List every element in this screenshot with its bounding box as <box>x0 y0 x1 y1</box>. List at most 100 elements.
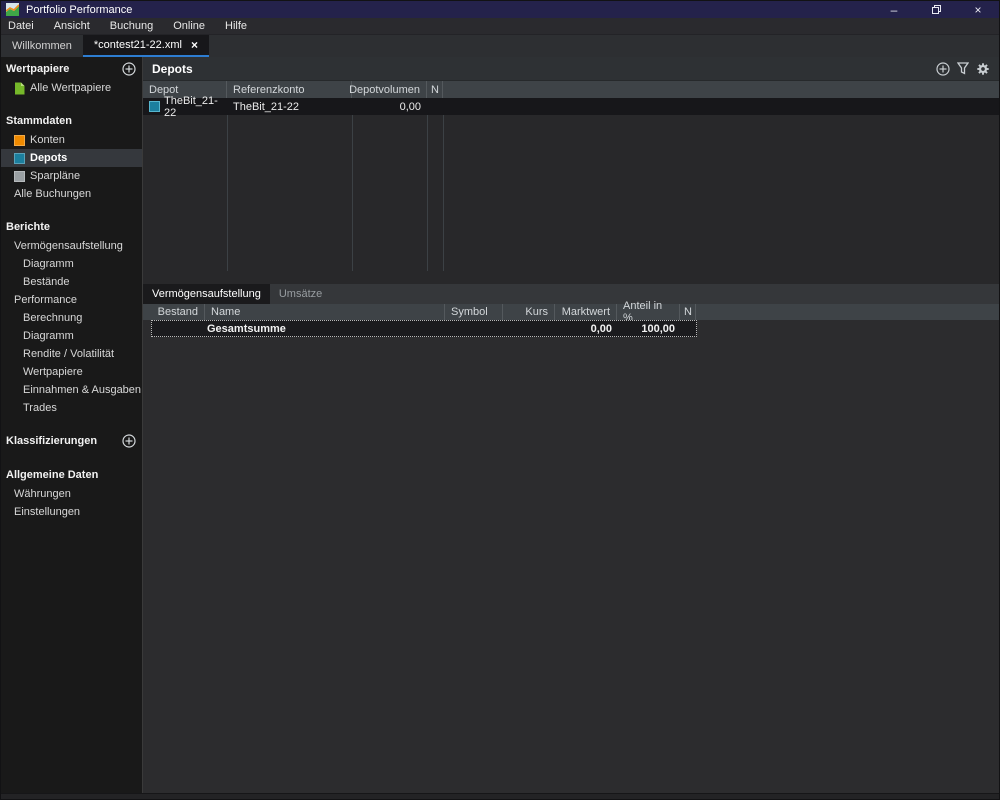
accounts-square-icon <box>14 135 25 146</box>
item-label: Trades <box>23 402 57 414</box>
column-header-bestand[interactable]: Bestand <box>143 304 205 320</box>
gear-icon[interactable] <box>976 62 990 76</box>
tab-close-icon[interactable]: × <box>191 39 198 51</box>
column-header-depotvolumen[interactable]: Depotvolumen <box>352 81 427 98</box>
sidebar-item-wertpapiere-bericht[interactable]: Wertpapiere <box>1 363 142 381</box>
restore-button[interactable] <box>915 1 957 18</box>
panel-toolbar <box>936 62 990 76</box>
minimize-button[interactable]: – <box>873 1 915 18</box>
section-label: Klassifizierungen <box>6 435 97 447</box>
item-label: Bestände <box>23 276 69 288</box>
total-anteil: 100,00 <box>641 323 675 335</box>
app-window: Portfolio Performance – × Datei Ansicht … <box>0 0 1000 800</box>
sidebar-item-waehrungen[interactable]: Währungen <box>1 485 142 503</box>
column-header-anteil[interactable]: Anteil in % <box>617 304 680 320</box>
item-label: Berechnung <box>23 312 82 324</box>
sidebar-item-einstellungen[interactable]: Einstellungen <box>1 503 142 521</box>
sidebar-item-performance[interactable]: Performance <box>1 291 142 309</box>
securities-doc-icon <box>14 82 25 95</box>
filter-icon[interactable] <box>957 62 969 75</box>
item-label: Währungen <box>14 488 71 500</box>
column-header-kurs[interactable]: Kurs <box>503 304 555 320</box>
add-circle-icon[interactable] <box>122 434 136 448</box>
section-label: Wertpapiere <box>6 63 69 75</box>
close-button[interactable]: × <box>957 1 999 18</box>
sidebar-item-bestaende[interactable]: Bestände <box>1 273 142 291</box>
sidebar-item-diagramm-2[interactable]: Diagramm <box>1 327 142 345</box>
cell-depotvolumen: 0,00 <box>352 98 427 115</box>
tab-vermoegensaufstellung[interactable]: Vermögensaufstellung <box>143 284 270 304</box>
column-header-note2[interactable]: N <box>680 304 696 320</box>
table-row-thebit[interactable]: TheBit_21-22 TheBit_21-22 0,00 <box>143 98 999 115</box>
column-header-referenzkonto[interactable]: Referenzkonto <box>227 81 352 98</box>
cell-note <box>427 98 443 115</box>
add-circle-icon[interactable] <box>122 62 136 76</box>
item-label: Sparpläne <box>30 170 80 182</box>
add-circle-icon[interactable] <box>936 62 950 76</box>
column-header-note[interactable]: N <box>427 81 443 98</box>
column-header-filler <box>696 304 999 320</box>
empty-area <box>143 337 999 793</box>
sidebar-item-diagramm-1[interactable]: Diagramm <box>1 255 142 273</box>
depots-table-header: Depot Referenzkonto Depotvolumen N <box>143 81 999 98</box>
sidebar-item-depots[interactable]: Depots <box>1 149 142 167</box>
sidebar-section-wertpapiere: Wertpapiere <box>1 59 142 79</box>
section-label: Berichte <box>6 221 50 233</box>
sidebar-item-sparplaene[interactable]: Sparpläne <box>1 167 142 185</box>
menu-ansicht[interactable]: Ansicht <box>44 20 100 32</box>
depots-table-body: TheBit_21-22 TheBit_21-22 0,00 <box>143 98 999 284</box>
tab-willkommen[interactable]: Willkommen <box>1 35 83 57</box>
editor-tabstrip: Willkommen *contest21-22.xml × <box>1 35 999 57</box>
item-label: Rendite / Volatilität <box>23 348 114 360</box>
content-area: Wertpapiere Alle Wertpapiere <box>1 57 999 793</box>
sidebar-item-vermoegensaufstellung[interactable]: Vermögensaufstellung <box>1 237 142 255</box>
holdings-table-header: Bestand Name Symbol Kurs Marktwert Antei… <box>143 304 999 320</box>
column-header-name[interactable]: Name <box>205 304 445 320</box>
window-controls: – × <box>873 1 999 18</box>
column-divider <box>427 98 428 271</box>
sidebar-item-rendite-volatilitaet[interactable]: Rendite / Volatilität <box>1 345 142 363</box>
sidebar-item-berechnung[interactable]: Berechnung <box>1 309 142 327</box>
app-logo-icon <box>6 3 19 16</box>
savings-square-icon <box>14 171 25 182</box>
sidebar-item-alle-wertpapiere[interactable]: Alle Wertpapiere <box>1 79 142 97</box>
item-label: Depots <box>30 152 67 164</box>
tab-contest-file-label: *contest21-22.xml <box>94 39 182 51</box>
tab-willkommen-label: Willkommen <box>12 40 72 52</box>
sidebar: Wertpapiere Alle Wertpapiere <box>1 57 143 793</box>
table-row-gesamtsumme[interactable]: Gesamtsumme 0,00 100,00 <box>151 320 697 337</box>
cell-referenzkonto: TheBit_21-22 <box>227 98 352 115</box>
main-panel: Depots <box>143 57 999 793</box>
item-label: Einnahmen & Ausgaben <box>23 384 141 396</box>
column-divider <box>227 98 228 271</box>
menubar: Datei Ansicht Buchung Online Hilfe <box>1 18 999 35</box>
tab-umsaetze[interactable]: Umsätze <box>270 284 331 304</box>
sidebar-item-konten[interactable]: Konten <box>1 131 142 149</box>
tab-contest-file[interactable]: *contest21-22.xml × <box>83 35 209 57</box>
section-label: Allgemeine Daten <box>6 469 98 481</box>
item-label: Wertpapiere <box>23 366 83 378</box>
column-header-symbol[interactable]: Symbol <box>445 304 503 320</box>
menu-hilfe[interactable]: Hilfe <box>215 20 257 32</box>
item-label: Diagramm <box>23 330 74 342</box>
item-label: Performance <box>14 294 77 306</box>
depots-square-icon <box>14 153 25 164</box>
sidebar-section-stammdaten: Stammdaten <box>1 111 142 131</box>
menu-datei[interactable]: Datei <box>1 20 44 32</box>
column-header-marktwert[interactable]: Marktwert <box>555 304 617 320</box>
item-label: Alle Buchungen <box>14 188 91 200</box>
menu-buchung[interactable]: Buchung <box>100 20 163 32</box>
sidebar-item-alle-buchungen[interactable]: Alle Buchungen <box>1 185 142 203</box>
menu-online[interactable]: Online <box>163 20 215 32</box>
total-marktwert: 0,00 <box>591 323 612 335</box>
sidebar-item-trades[interactable]: Trades <box>1 399 142 417</box>
depot-square-icon <box>149 101 160 112</box>
item-label: Einstellungen <box>14 506 80 518</box>
panel-title: Depots <box>152 62 193 76</box>
window-bottom-edge <box>1 793 999 799</box>
total-label: Gesamtsumme <box>207 323 286 335</box>
holdings-total-rowwrap: Gesamtsumme 0,00 100,00 <box>143 320 999 337</box>
window-title: Portfolio Performance <box>26 4 132 16</box>
sidebar-item-einnahmen-ausgaben[interactable]: Einnahmen & Ausgaben <box>1 381 142 399</box>
item-label: Konten <box>30 134 65 146</box>
